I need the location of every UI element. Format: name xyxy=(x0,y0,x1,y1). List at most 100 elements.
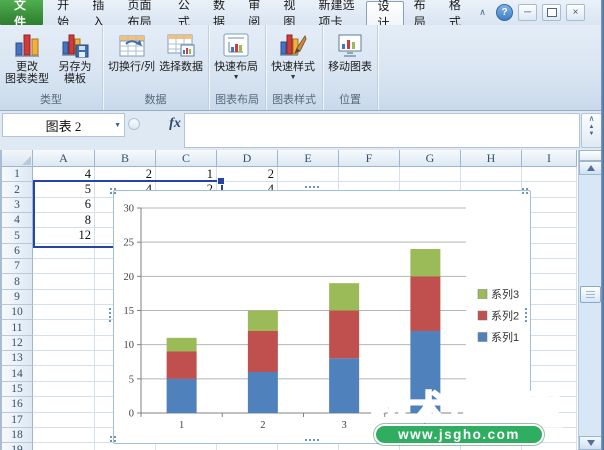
move-chart-button[interactable]: 移动图表 xyxy=(326,28,374,74)
cell-A9[interactable] xyxy=(33,290,95,305)
row-header-14[interactable]: 14 xyxy=(2,366,33,381)
column-header-B[interactable]: B xyxy=(95,150,156,167)
chart-selection-handle[interactable] xyxy=(525,308,527,322)
column-header-H[interactable]: H xyxy=(461,150,522,167)
scroll-down-button[interactable] xyxy=(579,436,602,450)
row-header-9[interactable]: 9 xyxy=(2,290,33,305)
restore-button[interactable] xyxy=(542,4,561,21)
name-box[interactable]: 图表 2 ▼ xyxy=(2,113,125,137)
row-header-16[interactable]: 16 xyxy=(2,397,33,412)
scroll-up-button[interactable] xyxy=(579,161,602,175)
cell-B19[interactable] xyxy=(95,443,156,450)
change-chart-type-button[interactable]: 更改图表类型 xyxy=(3,28,51,86)
select-data-button[interactable]: 选择数据 xyxy=(157,28,205,74)
quick-layout-button[interactable]: 快速布局▼ xyxy=(212,28,260,82)
cell-E19[interactable] xyxy=(278,443,339,450)
cell-A5[interactable]: 12 xyxy=(33,228,95,243)
cell-A2[interactable]: 5 xyxy=(33,182,95,197)
select-all-corner[interactable] xyxy=(2,150,33,167)
tab-layout[interactable]: 布局 xyxy=(404,0,439,25)
cell-A8[interactable] xyxy=(33,274,95,289)
tab-new-tab[interactable]: 新建选项卡 xyxy=(309,0,367,25)
cell-C1[interactable]: 1 xyxy=(156,167,217,182)
cell-A10[interactable] xyxy=(33,305,95,320)
cell-A19[interactable] xyxy=(33,443,95,450)
row-header-18[interactable]: 18 xyxy=(2,428,33,443)
cell-A14[interactable] xyxy=(33,366,95,381)
cell-A7[interactable] xyxy=(33,259,95,274)
collapse-ribbon-icon[interactable]: ∧ xyxy=(474,5,491,20)
row-header-8[interactable]: 8 xyxy=(2,274,33,289)
cell-C19[interactable] xyxy=(156,443,217,450)
cell-A15[interactable] xyxy=(33,382,95,397)
tab-review[interactable]: 审阅 xyxy=(238,0,273,25)
column-header-F[interactable]: F xyxy=(339,150,400,167)
row-header-2[interactable]: 2 xyxy=(2,182,33,197)
tab-insert[interactable]: 插入 xyxy=(82,0,117,25)
row-header-13[interactable]: 13 xyxy=(2,351,33,366)
cell-A1[interactable]: 4 xyxy=(33,167,95,182)
cell-B1[interactable]: 2 xyxy=(95,167,156,182)
column-header-A[interactable]: A xyxy=(33,150,95,167)
cell-D1[interactable]: 2 xyxy=(217,167,278,182)
column-header-I[interactable]: I xyxy=(522,150,577,167)
chart-selection-handle[interactable] xyxy=(110,436,116,442)
cell-E1[interactable] xyxy=(278,167,339,182)
chart-selection-handle[interactable] xyxy=(305,439,319,441)
row-header-5[interactable]: 5 xyxy=(2,228,33,243)
row-header-4[interactable]: 4 xyxy=(2,213,33,228)
minimize-button[interactable]: ─ xyxy=(518,4,537,21)
row-header-7[interactable]: 7 xyxy=(2,259,33,274)
cell-I1[interactable] xyxy=(522,167,577,182)
column-header-E[interactable]: E xyxy=(278,150,339,167)
formula-bar-expand-control[interactable]: ∧ ▲ ▼ xyxy=(581,113,602,148)
tab-design[interactable]: 设计 xyxy=(366,1,403,25)
column-header-D[interactable]: D xyxy=(217,150,278,167)
scrollbar-track[interactable] xyxy=(579,175,602,436)
tab-view[interactable]: 视图 xyxy=(273,0,308,25)
cell-A16[interactable] xyxy=(33,397,95,412)
row-header-10[interactable]: 10 xyxy=(2,305,33,320)
tab-formulas[interactable]: 公式 xyxy=(168,0,203,25)
cell-D19[interactable] xyxy=(217,443,278,450)
tab-file[interactable]: 文件 xyxy=(0,0,43,25)
chart-selection-handle[interactable] xyxy=(110,188,116,194)
scrollbar-thumb[interactable] xyxy=(580,286,601,303)
cell-A6[interactable] xyxy=(33,244,95,259)
switch-row-column-button[interactable]: 切换行/列 xyxy=(106,28,157,74)
cell-A18[interactable] xyxy=(33,428,95,443)
scrollbar-split-box[interactable] xyxy=(579,150,602,161)
tab-format[interactable]: 格式 xyxy=(439,0,474,25)
chart-selection-handle[interactable] xyxy=(109,308,111,322)
save-as-template-button[interactable]: 另存为模板 xyxy=(51,28,99,86)
cell-A13[interactable] xyxy=(33,351,95,366)
column-header-G[interactable]: G xyxy=(400,150,461,167)
row-header-1[interactable]: 1 xyxy=(2,167,33,182)
help-icon[interactable]: ? xyxy=(496,4,513,21)
chart-selection-handle[interactable] xyxy=(305,186,319,188)
column-header-C[interactable]: C xyxy=(156,150,217,167)
cell-A4[interactable]: 8 xyxy=(33,213,95,228)
chart-selection-handle[interactable] xyxy=(522,188,528,194)
cell-A3[interactable]: 6 xyxy=(33,198,95,213)
row-header-3[interactable]: 3 xyxy=(2,198,33,213)
cell-H1[interactable] xyxy=(461,167,522,182)
insert-function-button[interactable]: fx xyxy=(166,114,184,134)
name-box-dropdown-icon[interactable]: ▼ xyxy=(114,121,121,129)
vertical-scrollbar[interactable] xyxy=(578,150,602,450)
row-header-17[interactable]: 17 xyxy=(2,413,33,428)
row-header-19[interactable]: 19 xyxy=(2,443,33,450)
cell-A12[interactable] xyxy=(33,336,95,351)
cell-A11[interactable] xyxy=(33,320,95,335)
close-button[interactable]: × xyxy=(566,4,585,21)
tab-page-layout[interactable]: 页面布局 xyxy=(118,0,168,25)
row-header-12[interactable]: 12 xyxy=(2,336,33,351)
cell-A17[interactable] xyxy=(33,413,95,428)
cell-G1[interactable] xyxy=(400,167,461,182)
row-header-6[interactable]: 6 xyxy=(2,244,33,259)
formula-input[interactable] xyxy=(184,113,580,148)
tab-home[interactable]: 开始 xyxy=(47,0,82,25)
row-header-15[interactable]: 15 xyxy=(2,382,33,397)
row-header-11[interactable]: 11 xyxy=(2,320,33,335)
cell-F1[interactable] xyxy=(339,167,400,182)
